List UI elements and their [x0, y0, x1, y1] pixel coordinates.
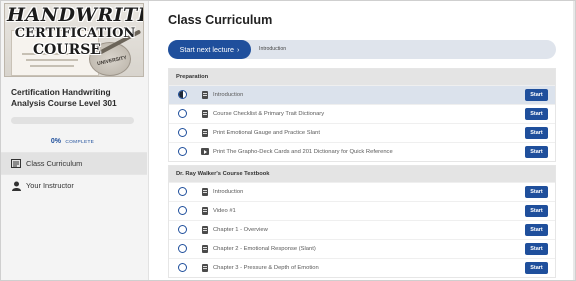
lecture-title[interactable]: Chapter 2 - Emotional Response (Slant) [213, 246, 316, 252]
start-button[interactable]: Start [525, 205, 548, 217]
in-progress-status-icon [178, 90, 187, 99]
start-button[interactable]: Start [525, 186, 548, 198]
document-icon [202, 110, 208, 118]
sidebar-item-your-instructor[interactable]: Your Instructor [1, 174, 147, 196]
start-button[interactable]: Start [525, 262, 548, 274]
document-icon [202, 245, 208, 253]
curriculum-icon [11, 159, 21, 169]
start-next-lecture-button[interactable]: Start next lecture › [168, 40, 251, 59]
chevron-right-icon: › [236, 45, 240, 54]
start-button[interactable]: Start [525, 243, 548, 255]
lecture-title[interactable]: Course Checklist & Primary Trait Diction… [213, 111, 324, 117]
not-started-status-icon [178, 244, 187, 253]
logo-text-line1: HANDWRITING [7, 4, 143, 26]
lecture-title[interactable]: Print Emotional Gauge and Practice Slant [213, 130, 320, 136]
document-icon [202, 91, 208, 99]
sidebar: UNIVERSITY HANDWRITING CERTIFICATION COU… [1, 1, 149, 280]
progress-complete-word: COMPLETE [65, 140, 95, 145]
progress-label: 0% COMPLETE [11, 130, 134, 148]
logo-text-line2: CERTIFICATION [14, 26, 136, 41]
lecture-title[interactable]: Video #1 [213, 208, 236, 214]
curriculum-section-preparation: Preparation Introduction Start Course Ch… [168, 68, 556, 162]
lecture-row[interactable]: Print Emotional Gauge and Practice Slant… [169, 123, 555, 142]
section-title: Dr. Ray Walker's Course Textbook [169, 166, 555, 182]
progress-percent: 0% [50, 138, 61, 145]
next-lecture-name: Introduction [259, 46, 287, 52]
lecture-title[interactable]: Introduction [213, 92, 243, 98]
start-button[interactable]: Start [525, 108, 548, 120]
course-logo[interactable]: UNIVERSITY HANDWRITING CERTIFICATION COU… [4, 3, 144, 77]
start-button[interactable]: Start [525, 224, 548, 236]
sidebar-item-class-curriculum[interactable]: Class Curriculum [1, 152, 147, 174]
lecture-row[interactable]: Introduction Start [169, 85, 555, 104]
video-icon [201, 148, 209, 155]
not-started-status-icon [178, 109, 187, 118]
user-icon [11, 181, 21, 191]
lecture-title[interactable]: Introduction [213, 189, 243, 195]
lecture-title[interactable]: Print The Grapho-Deck Cards and 201 Dict… [213, 149, 393, 155]
page-title: Class Curriculum [168, 13, 273, 27]
start-button[interactable]: Start [525, 127, 548, 139]
next-lecture-bar: Start next lecture › Introduction [168, 40, 556, 59]
document-icon [202, 226, 208, 234]
app-frame: UNIVERSITY HANDWRITING CERTIFICATION COU… [0, 0, 576, 281]
start-button[interactable]: Start [525, 146, 548, 158]
sidebar-nav: Class Curriculum Your Instructor [1, 152, 147, 196]
section-title: Preparation [169, 69, 555, 85]
lecture-title[interactable]: Chapter 1 - Overview [213, 227, 268, 233]
not-started-status-icon [178, 206, 187, 215]
not-started-status-icon [178, 263, 187, 272]
not-started-status-icon [178, 128, 187, 137]
lecture-row[interactable]: Chapter 3 - Pressure & Depth of Emotion … [169, 258, 555, 277]
curriculum-section-textbook: Dr. Ray Walker's Course Textbook Introdu… [168, 165, 556, 278]
lecture-row[interactable]: Video #1 Start [169, 201, 555, 220]
lecture-title[interactable]: Chapter 3 - Pressure & Depth of Emotion [213, 265, 319, 271]
lecture-row[interactable]: Print The Grapho-Deck Cards and 201 Dict… [169, 142, 555, 161]
start-button[interactable]: Start [525, 89, 548, 101]
document-icon [202, 129, 208, 137]
document-icon [202, 264, 208, 272]
sidebar-item-label: Your Instructor [26, 181, 74, 190]
sidebar-item-label: Class Curriculum [26, 159, 83, 168]
not-started-status-icon [178, 187, 187, 196]
lecture-row[interactable]: Chapter 2 - Emotional Response (Slant) S… [169, 239, 555, 258]
lecture-row[interactable]: Course Checklist & Primary Trait Diction… [169, 104, 555, 123]
course-title: Certification Handwriting Analysis Cours… [11, 87, 117, 108]
not-started-status-icon [178, 225, 187, 234]
document-icon [202, 207, 208, 215]
lecture-row[interactable]: Chapter 1 - Overview Start [169, 220, 555, 239]
progress-bar [11, 117, 134, 124]
main-content: Class Curriculum Start next lecture › In… [151, 1, 575, 280]
lecture-row[interactable]: Introduction Start [169, 182, 555, 201]
logo-text-line3: COURSE [33, 42, 101, 58]
document-icon [202, 188, 208, 196]
not-started-status-icon [178, 147, 187, 156]
start-next-lecture-label: Start next lecture [179, 45, 234, 54]
